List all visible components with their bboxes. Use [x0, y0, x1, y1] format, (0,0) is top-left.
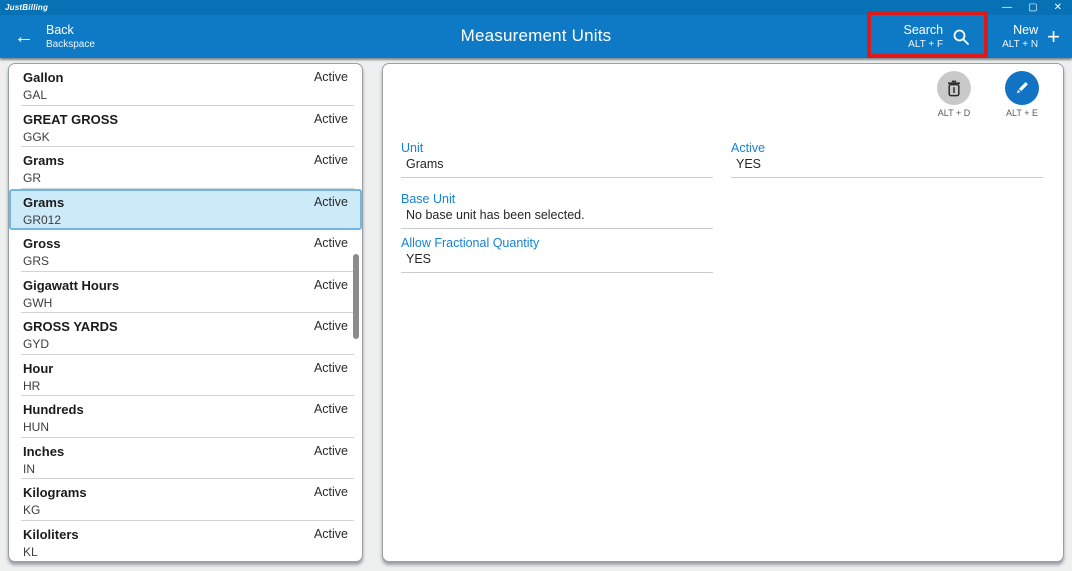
search-shortcut: ALT + F	[908, 39, 944, 50]
unit-code: GR012	[23, 212, 62, 227]
search-icon	[952, 28, 970, 46]
unit-name: Hundreds	[23, 402, 84, 418]
unit-status: Active	[313, 527, 348, 542]
base-unit-field-value: No base unit has been selected.	[406, 208, 585, 222]
allow-fractional-field-value: YES	[406, 252, 432, 266]
unit-name: GROSS YARDS	[23, 319, 118, 335]
header: ← Back Backspace Measurement Units Searc…	[0, 15, 1072, 58]
new-label: New	[1013, 23, 1039, 37]
list-item[interactable]: GROSS YARDS GYD Active	[9, 313, 362, 355]
unit-name: Grams	[23, 153, 65, 169]
unit-code: KG	[23, 503, 41, 518]
unit-status: Active	[313, 111, 348, 126]
unit-status: Active	[313, 402, 348, 417]
unit-status: Active	[313, 485, 348, 500]
list-item[interactable]: Kilograms KG Active	[9, 479, 362, 521]
list-item[interactable]: Kiloliters KL Active	[9, 521, 362, 561]
unit-code: HUN	[23, 420, 49, 435]
plus-icon: +	[1047, 24, 1060, 49]
active-field-value: YES	[736, 157, 762, 171]
list-item[interactable]: Hundreds HUN Active	[9, 396, 362, 438]
pencil-icon	[1014, 80, 1030, 96]
unit-status: Active	[313, 153, 348, 168]
unit-name: Gigawatt Hours	[23, 277, 120, 293]
unit-name: Gross	[23, 236, 61, 252]
unit-status: Active	[313, 277, 348, 292]
search-button[interactable]: Search ALT + F	[899, 21, 974, 53]
search-label: Search	[903, 23, 944, 37]
unit-field: Unit Grams	[401, 140, 713, 178]
list-item[interactable]: Grams GR Active	[9, 147, 362, 189]
unit-status: Active	[313, 319, 348, 334]
unit-name: Inches	[23, 443, 65, 459]
unit-status: Active	[313, 443, 348, 458]
edit-button[interactable]: ALT + E	[1005, 71, 1039, 118]
unit-code: IN	[23, 461, 35, 476]
list-item[interactable]: Gross GRS Active	[9, 230, 362, 272]
measurement-units-list: Gallon GAL Active GREAT GROSS GGK Active…	[8, 63, 363, 562]
list-scrollbar[interactable]	[353, 254, 359, 339]
list-item[interactable]: Grams GR012 Active	[9, 188, 362, 231]
base-unit-field: Base Unit No base unit has been selected…	[401, 191, 713, 229]
edit-shortcut: ALT + E	[1006, 108, 1038, 118]
delete-shortcut: ALT + D	[937, 108, 971, 118]
unit-code: GAL	[23, 88, 48, 102]
allow-fractional-field: Allow Fractional Quantity YES	[401, 235, 713, 273]
minimize-icon[interactable]: —	[1002, 2, 1012, 13]
unit-status: Active	[313, 70, 348, 84]
unit-code: KL	[23, 545, 38, 560]
unit-code: HR	[23, 378, 41, 393]
close-icon[interactable]: ✕	[1054, 2, 1062, 13]
unit-detail-panel: ALT + D ALT + E Unit Grams Active YES Ba…	[382, 63, 1064, 562]
trash-icon	[946, 80, 962, 97]
unit-field-value: Grams	[406, 157, 444, 171]
list-item[interactable]: Hour HR Active	[9, 355, 362, 397]
unit-code: GR	[23, 171, 41, 186]
unit-status: Active	[313, 194, 348, 209]
titlebar: JustBilling — ▢ ✕	[0, 0, 1072, 15]
unit-name: Grams	[23, 194, 65, 210]
unit-code: GRS	[23, 254, 50, 269]
unit-name: Gallon	[23, 70, 64, 85]
unit-name: Kiloliters	[23, 527, 79, 543]
new-shortcut: ALT + N	[1002, 39, 1039, 50]
new-button[interactable]: New ALT + N +	[998, 21, 1064, 53]
unit-field-label: Unit	[401, 141, 424, 155]
unit-code: GGK	[23, 129, 50, 144]
window-controls: — ▢ ✕	[1002, 2, 1072, 13]
delete-button[interactable]: ALT + D	[937, 71, 971, 118]
list-item[interactable]: Inches IN Active	[9, 438, 362, 480]
app-logo: JustBilling	[5, 3, 49, 12]
active-field-label: Active	[731, 141, 766, 155]
maximize-icon[interactable]: ▢	[1028, 2, 1037, 13]
list-item[interactable]: Gallon GAL Active	[9, 64, 362, 106]
allow-fractional-field-label: Allow Fractional Quantity	[401, 236, 540, 250]
unit-code: GYD	[23, 337, 50, 352]
unit-status: Active	[313, 236, 348, 251]
list-item[interactable]: Gigawatt Hours GWH Active	[9, 272, 362, 314]
list-item[interactable]: GREAT GROSS GGK Active	[9, 106, 362, 148]
unit-code: GWH	[23, 295, 53, 310]
unit-name: Hour	[23, 360, 54, 376]
base-unit-field-label: Base Unit	[401, 192, 456, 206]
unit-status: Active	[313, 360, 348, 375]
unit-name: GREAT GROSS	[23, 111, 119, 127]
unit-name: Kilograms	[23, 485, 87, 501]
active-field: Active YES	[731, 140, 1043, 178]
